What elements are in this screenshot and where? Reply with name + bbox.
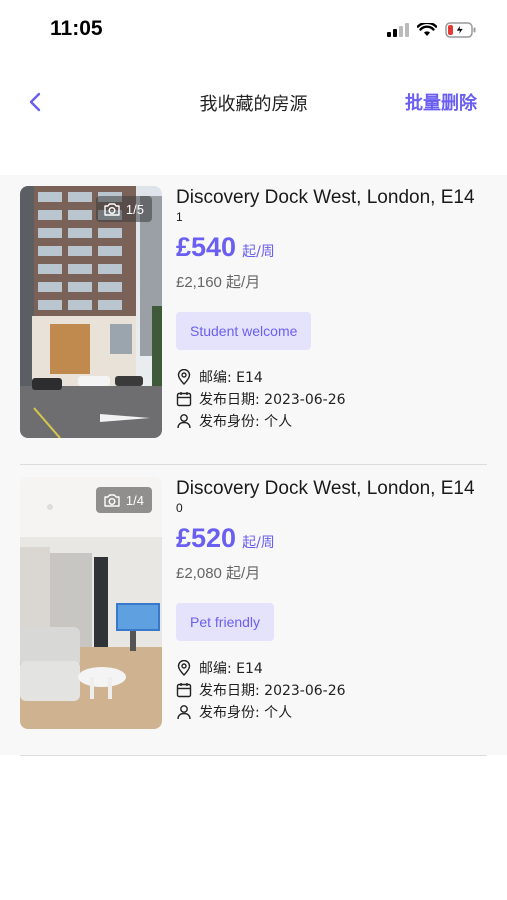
- status-icons: [387, 20, 477, 40]
- listing-card[interactable]: 1/4 Discovery Dock West, London, E14 0 £…: [0, 466, 507, 756]
- status-bar: 11:05: [0, 0, 507, 58]
- publish-date-row: 发布日期: 2023-06-26: [176, 388, 476, 410]
- postcode: 邮编: E14: [199, 661, 263, 677]
- camera-icon: [104, 203, 120, 216]
- price-unit: 起/周: [242, 535, 275, 551]
- publish-date-row: 发布日期: 2023-06-26: [176, 679, 476, 701]
- camera-icon: [104, 494, 120, 507]
- publisher: 发布身份: 个人: [199, 414, 293, 430]
- price-row: £540 起/周: [176, 232, 476, 263]
- publisher-row: 发布身份: 个人: [176, 701, 476, 723]
- location-pin-icon: [177, 369, 191, 385]
- listing-title: Discovery Dock West, London, E14: [176, 187, 475, 208]
- listing-photo[interactable]: 1/5: [20, 186, 162, 438]
- price-unit: 起/周: [242, 244, 275, 260]
- batch-delete-button[interactable]: 批量删除: [405, 89, 477, 115]
- publisher: 发布身份: 个人: [199, 705, 293, 721]
- monthly-price: £2,080 起/月: [176, 565, 261, 582]
- listing-tag: Student welcome: [176, 312, 312, 350]
- calendar-icon: [176, 392, 192, 407]
- person-icon: [177, 705, 191, 720]
- weekly-price: £520: [176, 523, 237, 553]
- photo-count: 1/4: [125, 492, 144, 508]
- favorites-list: 1/5 Discovery Dock West, London, E14 1 £…: [0, 175, 507, 756]
- photo-count: 1/5: [125, 201, 144, 217]
- listing-sub-number: 1: [176, 210, 183, 224]
- listing-tag: Pet friendly: [176, 603, 275, 641]
- navigation-bar: 我收藏的房源 批量删除: [0, 80, 507, 124]
- listing-info: Discovery Dock West, London, E14 1 £540 …: [176, 186, 476, 432]
- divider: [20, 755, 487, 756]
- divider: [20, 464, 487, 465]
- price-row: £520 起/周: [176, 523, 476, 554]
- listing-card[interactable]: 1/5 Discovery Dock West, London, E14 1 £…: [0, 175, 507, 465]
- publish-date: 发布日期: 2023-06-26: [199, 392, 346, 408]
- photo-count-badge: 1/5: [95, 196, 152, 222]
- weekly-price: £540: [176, 232, 237, 262]
- postcode: 邮编: E14: [199, 370, 263, 386]
- photo-count-badge: 1/4: [95, 487, 152, 513]
- listing-info: Discovery Dock West, London, E14 0 £520 …: [176, 477, 476, 723]
- postcode-row: 邮编: E14: [176, 657, 476, 679]
- location-pin-icon: [177, 660, 191, 676]
- listing-meta: 邮编: E14 发布日期: 2023-06-26 发布身份: 个人: [176, 366, 476, 432]
- wifi-icon: [417, 23, 437, 36]
- listing-sub-number: 0: [176, 501, 183, 515]
- listing-meta: 邮编: E14 发布日期: 2023-06-26 发布身份: 个人: [176, 657, 476, 723]
- publisher-row: 发布身份: 个人: [176, 410, 476, 432]
- postcode-row: 邮编: E14: [176, 366, 476, 388]
- cellular-signal-icon: [387, 23, 409, 37]
- monthly-price: £2,160 起/月: [176, 274, 261, 291]
- battery-charging-icon: [445, 22, 476, 38]
- status-time: 11:05: [50, 17, 103, 40]
- building-photo: [20, 186, 162, 438]
- calendar-icon: [176, 683, 192, 698]
- listing-photo[interactable]: 1/4: [20, 477, 162, 729]
- listing-title: Discovery Dock West, London, E14: [176, 478, 475, 499]
- living-room-photo: [20, 477, 162, 729]
- person-icon: [177, 414, 191, 429]
- publish-date: 发布日期: 2023-06-26: [199, 683, 346, 699]
